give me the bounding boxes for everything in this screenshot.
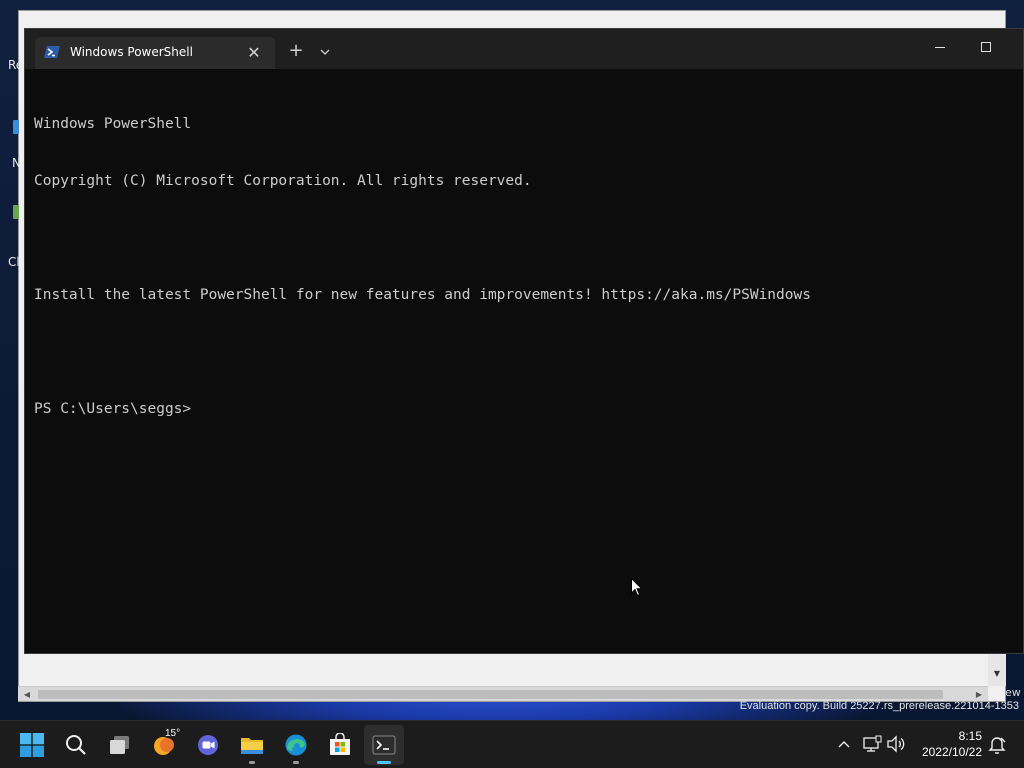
- scroll-down-arrow-icon[interactable]: ▼: [988, 668, 1006, 680]
- terminal-output[interactable]: Windows PowerShell Copyright (C) Microso…: [34, 77, 1014, 637]
- search-icon: [66, 735, 86, 755]
- maximize-button[interactable]: [971, 35, 1001, 59]
- desktop-app-icon[interactable]: [13, 120, 19, 134]
- task-view-icon: [110, 736, 129, 754]
- folder-icon: [241, 738, 263, 754]
- scrollbar-thumb[interactable]: [38, 690, 943, 699]
- clock[interactable]: 8:15 2022/10/22: [912, 728, 982, 760]
- desktop-app-icon[interactable]: [13, 205, 19, 219]
- title-bar[interactable]: Windows PowerShell ✕ +: [25, 29, 1023, 69]
- chevron-down-icon[interactable]: [314, 40, 336, 64]
- desktop-icon-label[interactable]: N: [12, 156, 21, 170]
- tab-label: Windows PowerShell: [70, 45, 193, 59]
- teams-chat-icon: [198, 735, 218, 755]
- terminal-line: Copyright (C) Microsoft Corporation. All…: [34, 173, 532, 189]
- terminal-button[interactable]: [364, 725, 404, 765]
- close-tab-icon[interactable]: ✕: [242, 42, 266, 64]
- start-button[interactable]: [12, 725, 52, 765]
- mouse-pointer-icon: [631, 578, 643, 597]
- clock-date: 2022/10/22: [921, 745, 982, 759]
- background-window-text: ew: [1005, 686, 1021, 699]
- scroll-left-arrow-icon[interactable]: ◀: [20, 688, 34, 701]
- evaluation-watermark: Evaluation copy. Build 25227.rs_prerelea…: [739, 700, 1019, 712]
- desktop-icon-label[interactable]: Cl: [8, 255, 20, 269]
- store-icon: [330, 733, 350, 755]
- running-indicator: [293, 761, 299, 764]
- desktop-icon-recycle-bin-label[interactable]: Re: [8, 58, 23, 72]
- new-tab-button[interactable]: +: [283, 40, 309, 64]
- minimize-button[interactable]: [925, 35, 955, 59]
- windows-logo-icon: [20, 733, 44, 757]
- weather-temperature: 15°: [165, 728, 181, 739]
- clock-time: 8:15: [958, 729, 982, 743]
- chat-button[interactable]: [188, 725, 228, 765]
- active-indicator: [377, 761, 391, 764]
- chevron-up-icon[interactable]: [836, 735, 852, 753]
- powershell-icon: [44, 46, 60, 58]
- taskbar: 8:15 2022/10/22: [0, 720, 1024, 768]
- terminal-window[interactable]: Windows PowerShell ✕ + Windows PowerShel…: [24, 28, 1024, 654]
- search-button[interactable]: [56, 725, 96, 765]
- background-vertical-scrollbar[interactable]: ▼: [988, 652, 1006, 686]
- terminal-line: Install the latest PowerShell for new fe…: [34, 287, 811, 303]
- store-button[interactable]: [320, 725, 360, 765]
- notification-icon[interactable]: [988, 735, 1006, 755]
- volume-icon[interactable]: [886, 734, 906, 754]
- edge-button[interactable]: [276, 725, 316, 765]
- background-horizontal-scrollbar[interactable]: ◀ ▶: [18, 686, 988, 701]
- command-prompt[interactable]: PS C:\Users\seggs>: [34, 400, 1014, 419]
- running-indicator: [249, 761, 255, 764]
- task-view-button[interactable]: [100, 725, 140, 765]
- tab-windows-powershell[interactable]: Windows PowerShell ✕: [35, 37, 275, 69]
- edge-icon: [285, 734, 307, 756]
- terminal-icon: [372, 735, 396, 755]
- network-icon[interactable]: [862, 734, 882, 754]
- file-explorer-button[interactable]: [232, 725, 272, 765]
- terminal-line: Windows PowerShell: [34, 116, 192, 132]
